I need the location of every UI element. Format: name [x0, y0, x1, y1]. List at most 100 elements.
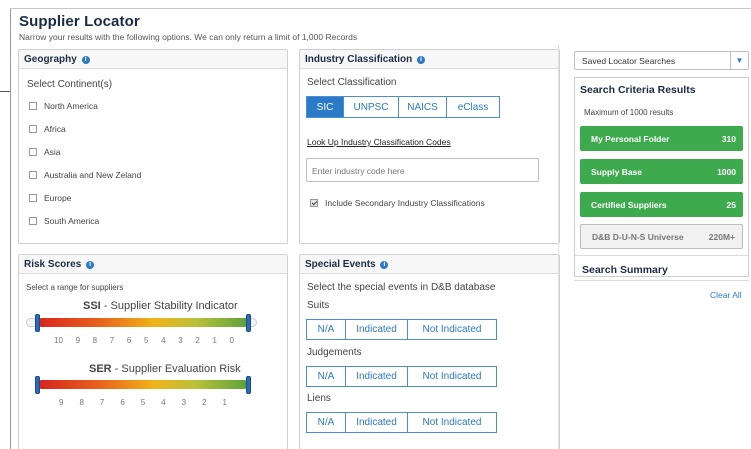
ser-abbr: SER [89, 363, 112, 375]
ser-slider-handle-max[interactable] [246, 376, 251, 394]
app-frame-top-border [10, 8, 751, 9]
continent-option-africa[interactable]: Africa [29, 123, 66, 135]
liens-na-button[interactable]: N/A [306, 412, 346, 433]
checkbox[interactable] [29, 217, 37, 225]
industry-panel: Industry Classification i Select Classif… [299, 49, 560, 244]
tick-label: 4 [161, 398, 166, 407]
result-label: My Personal Folder [591, 133, 670, 144]
info-icon[interactable]: i [86, 261, 95, 269]
continent-option-south-america[interactable]: South America [29, 215, 99, 227]
events-panel-header: Special Events i [300, 255, 559, 274]
result-count: 220M+ [708, 231, 735, 242]
search-summary-title: Search Summary [582, 264, 668, 276]
geography-title: Geography [24, 54, 77, 65]
result-label: Supply Base [591, 166, 643, 177]
ser-title: SER - Supplier Evaluation Risk [89, 363, 241, 375]
ssi-slider-handle-max[interactable] [246, 314, 251, 332]
tab-sic[interactable]: SIC [306, 96, 344, 118]
tab-eclass[interactable]: eClass [447, 96, 500, 118]
results-note: Maximum of 1000 results [584, 108, 674, 117]
tab-unpsc[interactable]: UNPSC [344, 96, 399, 118]
ssi-ticks: 10 9 8 7 6 5 4 3 2 1 0 [54, 336, 234, 345]
summary-separator [574, 280, 749, 281]
event-group-title: Judgements [307, 347, 362, 358]
tick-label: 1 [222, 398, 227, 407]
tick-label: 8 [79, 398, 84, 407]
my-personal-folder-button[interactable]: My Personal Folder 310 [580, 126, 743, 151]
secondary-classification-label: Include Secondary Industry Classificatio… [325, 198, 485, 208]
industry-code-input[interactable]: Enter industry code here [306, 158, 539, 182]
checkbox-checked[interactable] [310, 199, 318, 207]
event-group-title: Suits [307, 300, 330, 311]
tick-label: 3 [178, 336, 183, 345]
events-title: Special Events [305, 259, 376, 270]
geography-panel: Geography i Select Continent(s) North Am… [18, 49, 288, 244]
ssi-name: - Supplier Stability Indicator [100, 300, 238, 312]
ser-name: - Supplier Evaluation Risk [111, 363, 241, 375]
checkbox[interactable] [29, 194, 37, 202]
risk-scores-panel: Risk Scores i Select a range for supplie… [18, 254, 288, 449]
tab-naics[interactable]: NAICS [399, 96, 447, 118]
lookup-codes-link[interactable]: Look Up Industry Classification Codes [307, 137, 451, 147]
right-column-divider [558, 45, 559, 449]
caret-down-icon[interactable]: ▼ [730, 52, 748, 69]
continent-option-europe[interactable]: Europe [29, 192, 71, 204]
secondary-classification-option[interactable]: Include Secondary Industry Classificatio… [310, 197, 485, 209]
classification-label: Select Classification [307, 77, 397, 88]
risk-panel-header: Risk Scores i [19, 255, 287, 274]
ser-slider-range[interactable] [37, 380, 249, 389]
page-subtitle: Narrow your results with the following o… [19, 32, 358, 42]
info-icon[interactable]: i [81, 56, 90, 64]
tick-label: 8 [92, 336, 98, 345]
continent-option-asia[interactable]: Asia [29, 146, 61, 158]
events-instruction: Select the special events in D&B databas… [307, 282, 496, 293]
search-criteria-results: Search Criteria Results Maximum of 1000 … [574, 77, 749, 277]
tick-label: 1 [212, 336, 217, 345]
ssi-abbr: SSI [83, 300, 101, 312]
ser-slider-handle-min[interactable] [35, 376, 40, 394]
continent-option-north-america[interactable]: North America [29, 100, 98, 112]
tick-label: 9 [75, 336, 81, 345]
continent-label-text: Africa [44, 124, 66, 134]
liens-not-indicated-button[interactable]: Not Indicated [408, 412, 497, 433]
checkbox[interactable] [29, 171, 37, 179]
page-title: Supplier Locator [19, 13, 140, 30]
ser-ticks: 9 8 7 6 5 4 3 2 1 [59, 398, 227, 407]
results-title: Search Criteria Results [580, 84, 696, 96]
certified-suppliers-button[interactable]: Certified Suppliers 25 [580, 192, 743, 217]
tick-label: 7 [109, 336, 115, 345]
result-label: Certified Suppliers [591, 199, 667, 210]
continent-label-text: Asia [44, 147, 61, 157]
judgements-options: N/A Indicated Not Indicated [306, 366, 497, 387]
checkbox[interactable] [29, 148, 37, 156]
tick-label: 4 [161, 336, 166, 345]
continent-label-text: Australia and New Zeland [44, 170, 142, 180]
info-icon[interactable]: i [380, 261, 389, 269]
judgements-na-button[interactable]: N/A [306, 366, 346, 387]
checkbox[interactable] [29, 125, 37, 133]
side-connector-line [0, 91, 10, 92]
judgements-not-indicated-button[interactable]: Not Indicated [408, 366, 497, 387]
tick-label: 2 [195, 336, 200, 345]
clear-all-link[interactable]: Clear All [710, 290, 742, 300]
duns-universe-button[interactable]: D&B D-U-N-S Universe 220M+ [580, 224, 743, 249]
tick-label: 9 [59, 398, 64, 407]
suits-not-indicated-button[interactable]: Not Indicated [408, 319, 497, 340]
tick-label: 2 [202, 398, 207, 407]
continent-label-text: South America [44, 216, 100, 226]
continent-label-text: North America [44, 101, 98, 111]
tick-label: 5 [140, 398, 146, 407]
continent-option-australia[interactable]: Australia and New Zeland [29, 169, 141, 181]
saved-searches-dropdown[interactable]: Saved Locator Searches ▼ [574, 51, 749, 70]
ssi-slider-handle-min[interactable] [35, 314, 40, 332]
suits-na-button[interactable]: N/A [306, 319, 346, 340]
supply-base-button[interactable]: Supply Base 1000 [580, 159, 743, 184]
suits-indicated-button[interactable]: Indicated [346, 319, 408, 340]
continent-label-text: Europe [44, 193, 72, 203]
checkbox[interactable] [29, 102, 37, 110]
continent-label: Select Continent(s) [27, 79, 113, 90]
tick-label: 5 [144, 336, 149, 345]
judgements-indicated-button[interactable]: Indicated [346, 366, 408, 387]
info-icon[interactable]: i [417, 56, 426, 64]
liens-indicated-button[interactable]: Indicated [346, 412, 408, 433]
